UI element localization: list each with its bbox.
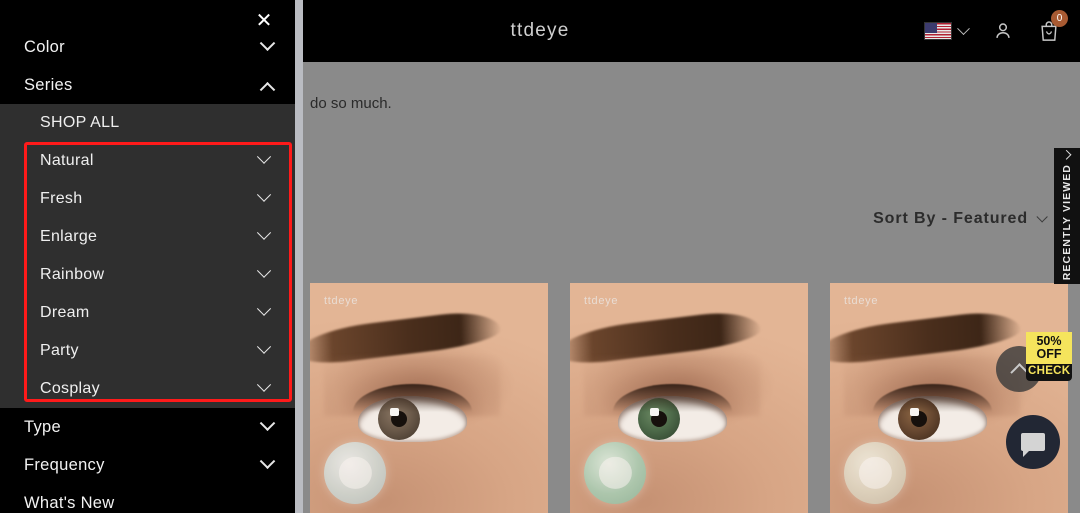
product-card[interactable]: ttdeye	[830, 283, 1068, 513]
chevron-down-icon	[256, 301, 272, 316]
chevron-up-icon	[259, 81, 276, 98]
chat-button[interactable]	[1006, 415, 1060, 469]
account-button[interactable]	[992, 20, 1014, 42]
series-item-label: Natural	[40, 152, 94, 169]
series-submenu: SHOP ALL Natural Fresh Enlarge Rainbow D…	[0, 104, 295, 408]
screen-root: ttdeye 0 do so much. Sort By - Featured …	[0, 0, 1080, 513]
series-item-label: SHOP ALL	[40, 114, 120, 131]
header-actions: 0	[924, 0, 1068, 62]
cart-button[interactable]: 0	[1038, 10, 1068, 43]
product-watermark: ttdeye	[584, 295, 619, 307]
drawer-scrollbar[interactable]	[295, 0, 303, 513]
recently-viewed-label: RECENTLY VIEWED	[1061, 164, 1073, 281]
series-item-label: Fresh	[40, 190, 83, 207]
series-item-label: Party	[40, 342, 79, 359]
close-icon[interactable]: ✕	[251, 8, 277, 34]
drawer-item-label: Frequency	[24, 455, 105, 474]
promo-badge[interactable]: 50% OFF CHECK	[1026, 332, 1072, 381]
chevron-down-icon	[256, 187, 272, 202]
series-item-dream[interactable]: Dream	[0, 294, 295, 332]
cart-count-badge: 0	[1051, 10, 1068, 27]
chevron-down-icon	[256, 339, 272, 354]
series-item-enlarge[interactable]: Enlarge	[0, 218, 295, 256]
sort-by-dropdown[interactable]: Sort By - Featured	[873, 210, 1048, 228]
drawer-item-label: What's New	[24, 493, 115, 512]
series-item-label: Dream	[40, 304, 90, 321]
chevron-down-icon	[957, 21, 970, 35]
series-item-label: Cosplay	[40, 380, 100, 397]
drawer-item-label: Color	[24, 37, 65, 56]
product-grid: ttdeye ttdeye ttdeye	[310, 283, 1080, 513]
language-selector[interactable]	[924, 21, 970, 40]
product-card[interactable]: ttdeye	[570, 283, 808, 513]
chevron-down-icon	[256, 225, 272, 240]
promo-check-label: CHECK	[1026, 364, 1072, 381]
drawer-item-label: Series	[24, 75, 73, 94]
hero-text: do so much.	[310, 95, 392, 112]
chevron-down-icon	[259, 452, 276, 469]
series-item-natural[interactable]: Natural	[0, 142, 295, 180]
series-item-party[interactable]: Party	[0, 332, 295, 370]
drawer-item-whats-new[interactable]: What's New	[0, 484, 295, 513]
series-item-rainbow[interactable]: Rainbow	[0, 256, 295, 294]
chevron-down-icon	[259, 34, 276, 51]
chevron-down-icon	[256, 263, 272, 278]
chevron-down-icon	[259, 414, 276, 431]
series-item-label: Rainbow	[40, 266, 105, 283]
us-flag-icon	[924, 22, 952, 40]
chevron-down-icon	[256, 149, 272, 164]
person-icon	[996, 23, 1010, 38]
chevron-left-icon	[1062, 149, 1072, 160]
promo-discount-label: 50% OFF	[1026, 332, 1072, 364]
series-item-cosplay[interactable]: Cosplay	[0, 370, 295, 408]
series-item-fresh[interactable]: Fresh	[0, 180, 295, 218]
drawer-item-label: Type	[24, 417, 61, 436]
chat-bubble-icon	[1021, 433, 1045, 457]
sort-by-label: Sort By - Featured	[873, 210, 1028, 227]
series-item-label: Enlarge	[40, 228, 98, 245]
drawer-item-type[interactable]: Type	[0, 408, 295, 446]
drawer-item-frequency[interactable]: Frequency	[0, 446, 295, 484]
product-card[interactable]: ttdeye	[310, 283, 548, 513]
product-watermark: ttdeye	[844, 295, 879, 307]
chevron-down-icon	[1036, 211, 1048, 223]
recently-viewed-tab[interactable]: RECENTLY VIEWED	[1054, 148, 1080, 284]
filter-drawer: ✕ Color Series SHOP ALL Natural Fresh En…	[0, 0, 295, 513]
chevron-down-icon	[256, 377, 272, 392]
drawer-item-series[interactable]: Series	[0, 66, 295, 104]
series-item-shop-all[interactable]: SHOP ALL	[0, 104, 295, 142]
product-watermark: ttdeye	[324, 295, 359, 307]
